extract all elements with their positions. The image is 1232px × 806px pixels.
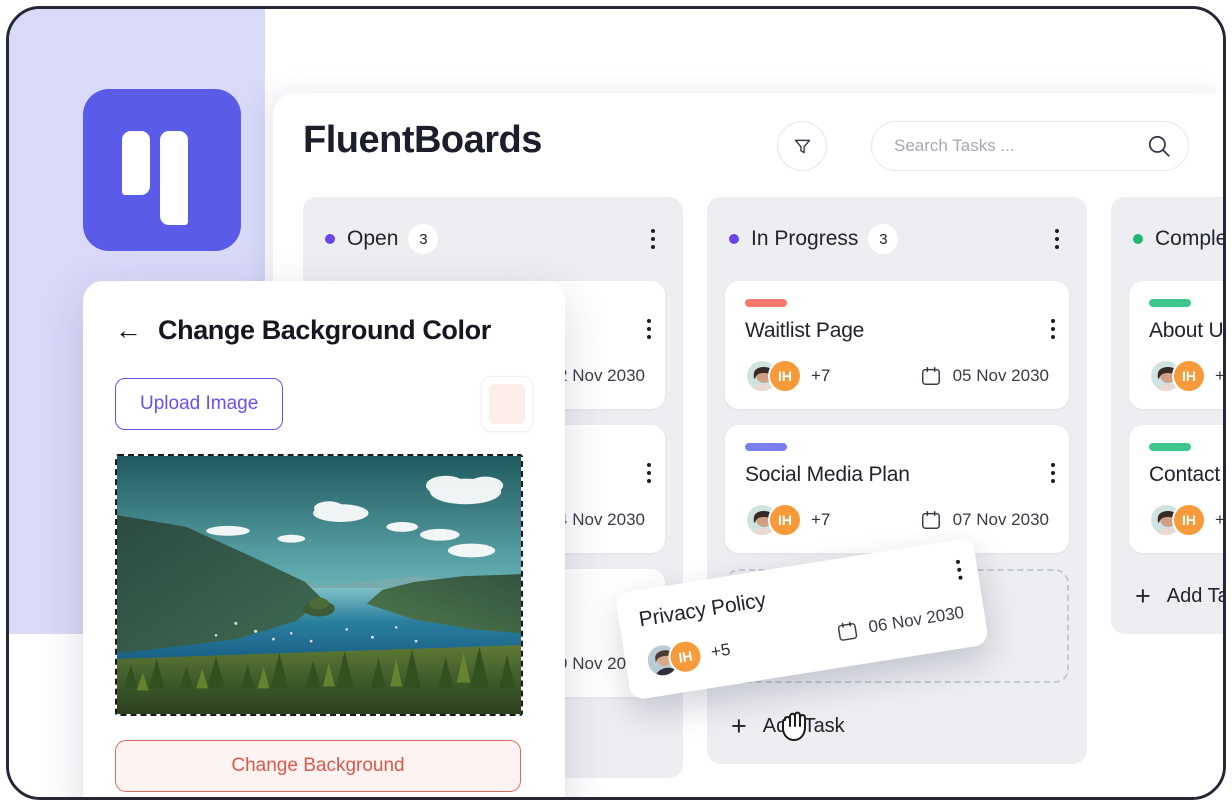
logo-bar-left: [122, 131, 150, 195]
card-menu-icon[interactable]: [647, 319, 651, 339]
device-frame: FluentBoards Open3Landing PageIH+602 Nov…: [6, 6, 1226, 800]
upload-image-button[interactable]: Upload Image: [115, 378, 283, 430]
card-due-date: 06 Nov 2030: [834, 602, 965, 644]
column-count-badge: 3: [408, 224, 438, 254]
column-body: Waitlist Page IH +7 05 Nov 2030 Social Media…: [707, 281, 1087, 764]
preview-image: [117, 456, 521, 714]
card-menu-icon[interactable]: [1051, 319, 1055, 339]
search-input[interactable]: [894, 136, 1146, 156]
column-body: About UsIH+301 Nov 2030Contact PageIH+30…: [1111, 281, 1226, 634]
avatar-overflow-count: +3: [1215, 366, 1226, 386]
search-bar[interactable]: [871, 121, 1189, 171]
column-title: Completed: [1155, 227, 1226, 251]
task-card[interactable]: About UsIH+301 Nov 2030: [1129, 281, 1226, 409]
avatar-initials: IH: [1172, 359, 1206, 393]
column-menu-icon[interactable]: [645, 223, 661, 255]
plus-icon: +: [1135, 583, 1151, 610]
card-title: About Us: [1149, 319, 1226, 343]
color-swatch[interactable]: [481, 376, 533, 432]
column-title: In Progress: [751, 227, 858, 251]
avatar-overflow-count: +7: [811, 510, 830, 530]
card-due-date: 07 Nov 2030: [920, 509, 1049, 531]
avatar-initials: IH: [768, 359, 802, 393]
column-header: In Progress 3: [707, 197, 1087, 281]
modal-controls-row: Upload Image: [115, 376, 533, 432]
avatar-initials: IH: [768, 503, 802, 537]
calendar-icon: [834, 619, 859, 644]
card-footer: IH+301 Nov 2030: [1149, 359, 1226, 393]
avatar-overflow-count: +3: [1215, 510, 1226, 530]
app-header: FluentBoards: [273, 93, 1226, 197]
column-header: Completed3: [1111, 197, 1226, 281]
task-card[interactable]: Contact PageIH+303 Nov 2030: [1129, 425, 1226, 553]
change-background-modal: ← Change Background Color Upload Image: [83, 281, 565, 800]
filter-icon: [792, 136, 813, 157]
column-menu-icon[interactable]: [1049, 223, 1065, 255]
board-column-in-progress: In Progress 3 Waitlist Page IH +7 05 Nov 2030…: [707, 197, 1087, 800]
avatar-overflow-count: +5: [710, 640, 732, 663]
task-card[interactable]: Waitlist Page IH +7 05 Nov 2030: [725, 281, 1069, 409]
status-dot: [325, 234, 335, 244]
search-icon[interactable]: [1146, 133, 1172, 159]
modal-header: ← Change Background Color: [115, 315, 533, 346]
card-label-tag: [1149, 443, 1191, 451]
avatar-group: IH: [745, 359, 802, 393]
calendar-icon: [920, 365, 942, 387]
board-column-completed: Completed3About UsIH+301 Nov 2030Contact…: [1111, 197, 1226, 800]
color-swatch-fill: [489, 384, 525, 424]
task-card[interactable]: Social Media Plan IH +7 07 Nov 2030: [725, 425, 1069, 553]
card-label-tag: [1149, 299, 1191, 307]
logo-bar-right: [160, 131, 188, 225]
page-title: FluentBoards: [303, 119, 542, 162]
avatar-group: IH: [1149, 503, 1206, 537]
status-dot: [729, 234, 739, 244]
card-label-tag: [745, 299, 787, 307]
due-date-text: 07 Nov 2030: [953, 510, 1049, 530]
avatar-initials: IH: [1172, 503, 1206, 537]
card-label-tag: [745, 443, 787, 451]
card-menu-icon[interactable]: [1051, 463, 1055, 483]
grabbing-hand-cursor: [777, 703, 817, 750]
add-task-label: Add Task: [1167, 585, 1226, 608]
card-footer: IH+303 Nov 2030: [1149, 503, 1226, 537]
avatar-group: IH: [745, 503, 802, 537]
grabbing-hand-icon: [777, 703, 817, 745]
column-header: Open 3: [303, 197, 683, 281]
back-arrow-icon[interactable]: ←: [115, 317, 142, 344]
card-due-date: 05 Nov 2030: [920, 365, 1049, 387]
card-title: Waitlist Page: [745, 319, 1049, 343]
status-dot: [1133, 234, 1143, 244]
due-date-text: 06 Nov 2030: [867, 603, 965, 638]
card-footer: IH +7 05 Nov 2030: [745, 359, 1049, 393]
column-count-badge: 3: [868, 224, 898, 254]
card-title: Contact Page: [1149, 463, 1226, 487]
avatar-overflow-count: +7: [811, 366, 830, 386]
background-preview[interactable]: [115, 454, 523, 716]
avatar-group: IH: [643, 637, 705, 679]
app-logo: [83, 89, 241, 251]
avatar-group: IH: [1149, 359, 1206, 393]
filter-button[interactable]: [777, 121, 827, 171]
card-menu-icon[interactable]: [647, 463, 651, 483]
column-title: Open: [347, 227, 398, 251]
modal-title: Change Background Color: [158, 315, 491, 346]
due-date-text: 05 Nov 2030: [953, 366, 1049, 386]
card-footer: IH +7 07 Nov 2030: [745, 503, 1049, 537]
card-title: Social Media Plan: [745, 463, 1049, 487]
change-background-button[interactable]: Change Background: [115, 740, 521, 792]
plus-icon: +: [731, 713, 747, 740]
calendar-icon: [920, 509, 942, 531]
add-task-button[interactable]: + Add Task: [1129, 569, 1226, 616]
